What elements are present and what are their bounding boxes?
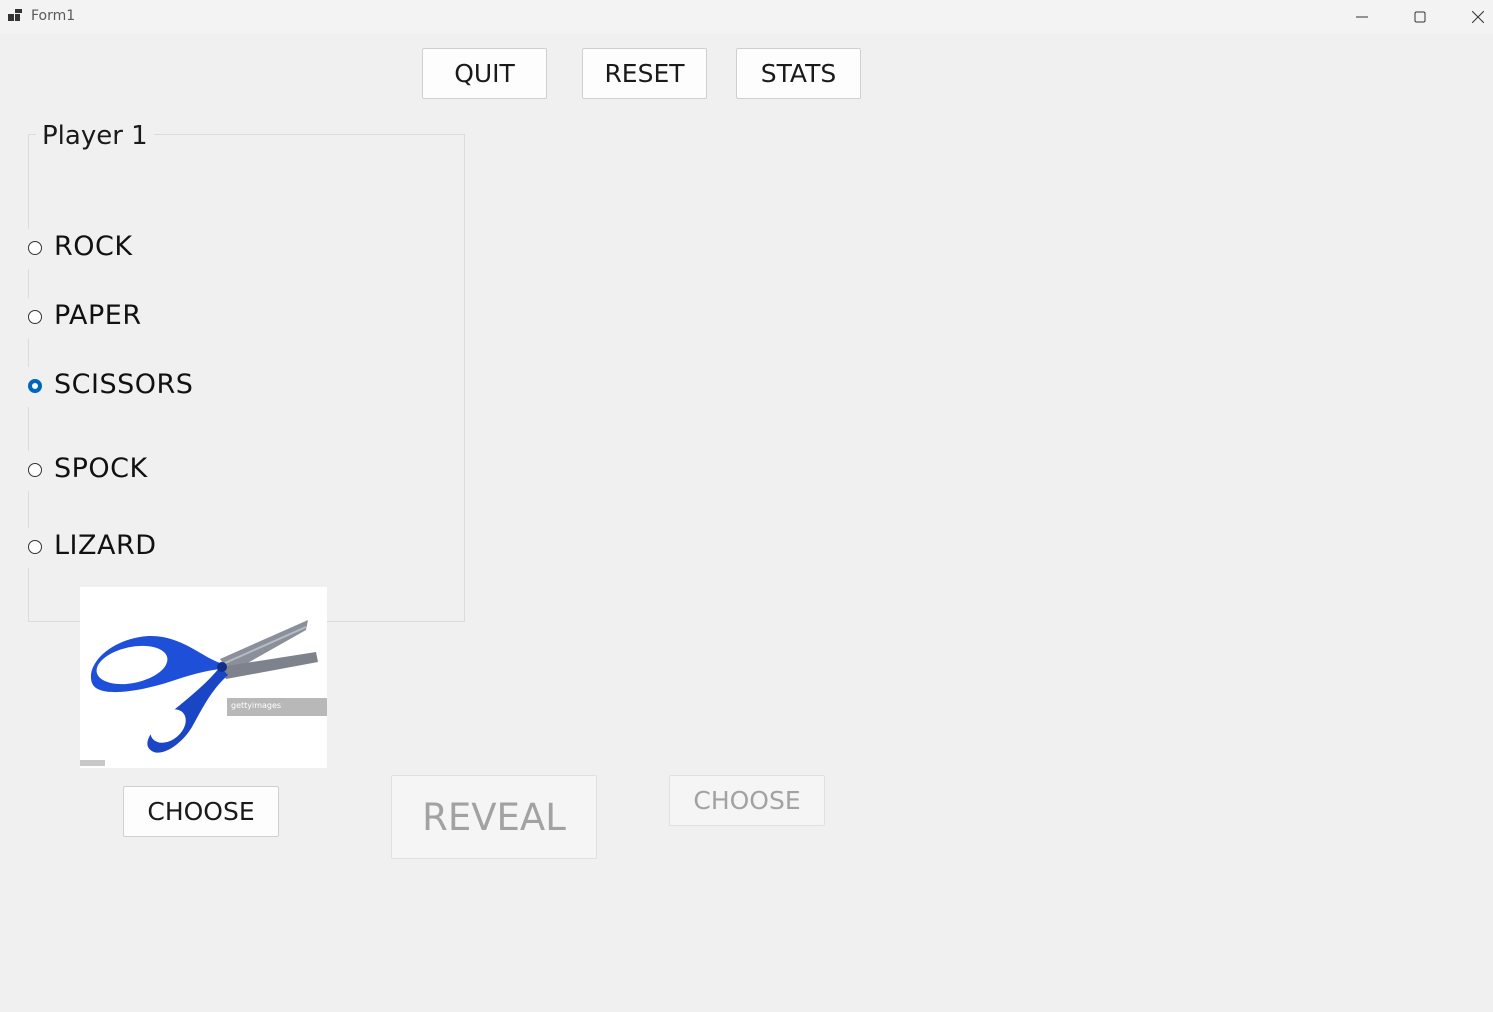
app-icon [8,9,22,21]
radio-label-lizard: LIZARD [54,530,157,561]
reset-button[interactable]: RESET [582,48,707,99]
minimize-icon [1356,16,1368,18]
scissors-image: gettyimages [80,620,327,766]
radio-paper[interactable]: PAPER [20,298,150,338]
radio-label-rock: ROCK [54,231,133,262]
player1-group-title: Player 1 [36,121,154,151]
radio-label-paper: PAPER [54,300,142,331]
title-bar: Form1 [0,0,1493,34]
player2-choose-button[interactable]: CHOOSE [669,775,825,826]
close-icon [1472,11,1484,23]
radio-lizard[interactable]: LIZARD [20,528,170,568]
reveal-button[interactable]: REVEAL [391,775,597,859]
choice-picture: gettyimages [80,587,327,768]
quit-button[interactable]: QUIT [422,48,547,99]
stats-button[interactable]: STATS [736,48,861,99]
player1-choose-button[interactable]: CHOOSE [123,786,279,837]
close-button[interactable] [1449,0,1493,34]
svg-text:gettyimages: gettyimages [231,701,281,710]
minimize-button[interactable] [1333,0,1391,34]
maximize-button[interactable] [1391,0,1449,34]
radio-spock[interactable]: SPOCK [20,451,155,491]
maximize-icon [1414,11,1426,23]
radio-label-scissors: SCISSORS [54,369,194,400]
radio-button-icon[interactable] [28,310,42,324]
radio-button-icon[interactable] [28,540,42,554]
radio-scissors[interactable]: SCISSORS [20,367,210,407]
radio-rock[interactable]: ROCK [20,229,140,269]
radio-button-checked-icon[interactable] [28,379,42,393]
radio-button-icon[interactable] [28,463,42,477]
radio-label-spock: SPOCK [54,453,148,484]
radio-button-icon[interactable] [28,241,42,255]
window-title: Form1 [31,8,76,24]
